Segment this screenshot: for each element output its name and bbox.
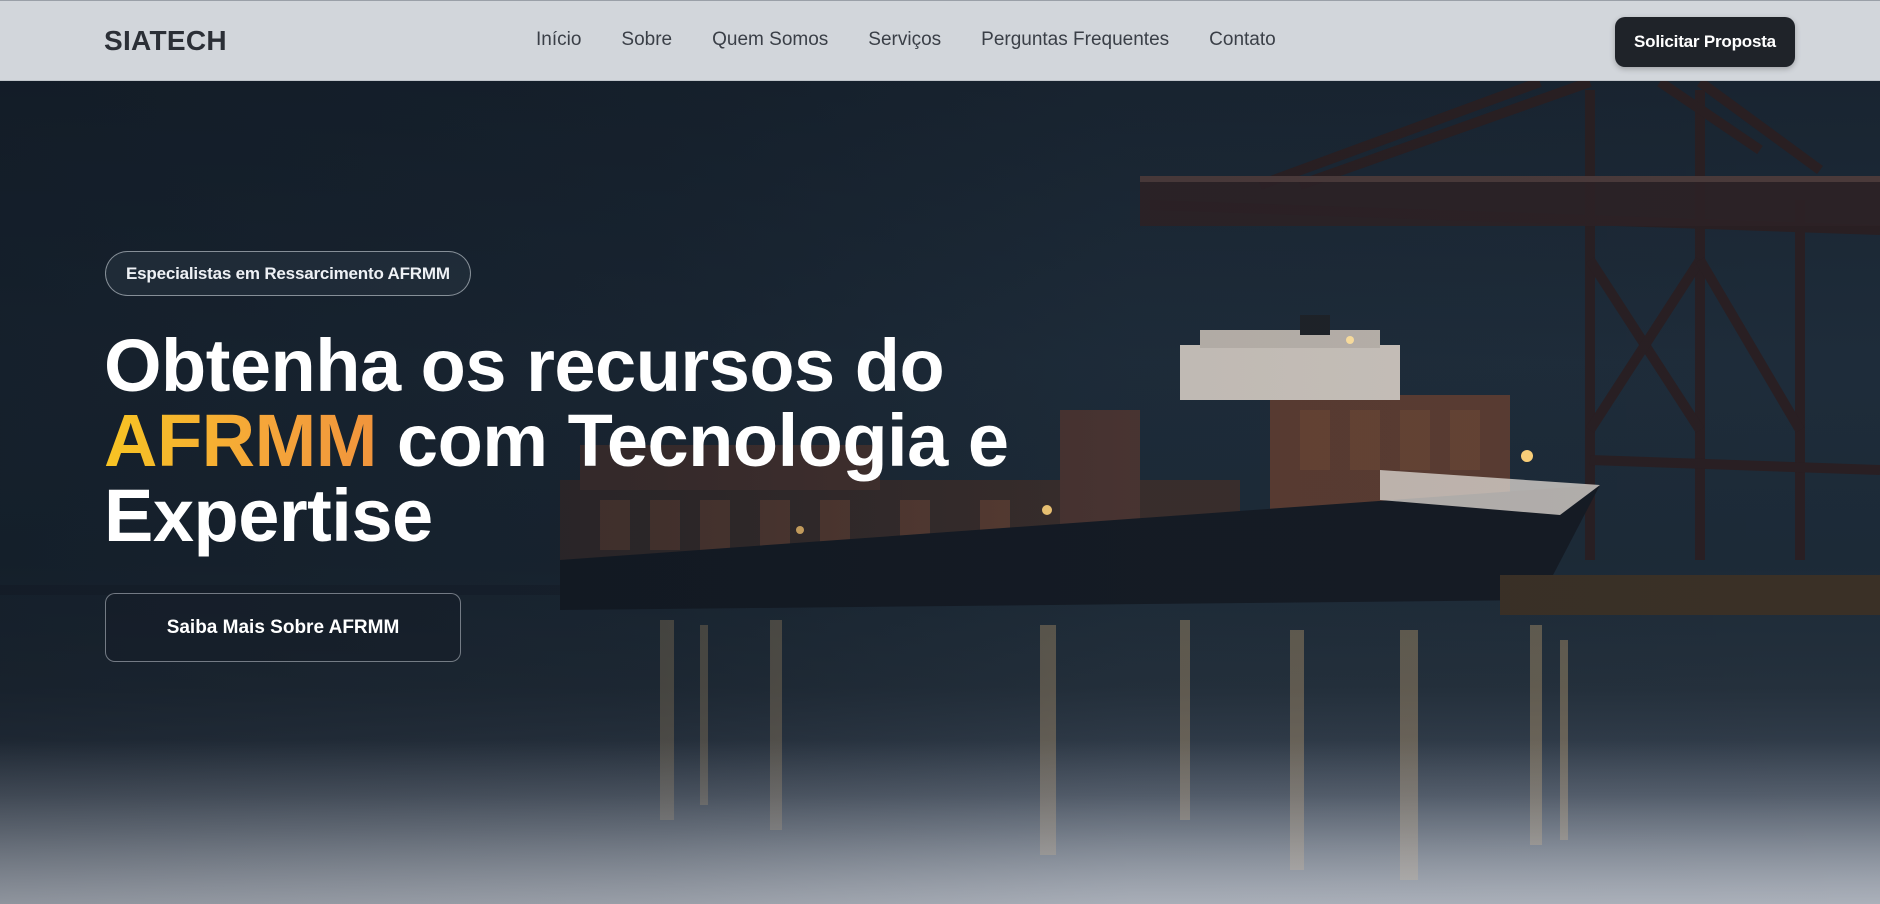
- headline-line-2-rest: com Tecnologia e: [376, 399, 1009, 482]
- nav-link-sobre[interactable]: Sobre: [621, 29, 672, 51]
- hero-section: Especialistas em Ressarcimento AFRMM Obt…: [0, 0, 1880, 904]
- hero-badge: Especialistas em Ressarcimento AFRMM: [105, 251, 471, 296]
- headline-accent: AFRMM: [104, 399, 377, 482]
- top-navbar: SIATECH Início Sobre Quem Somos Serviços…: [0, 0, 1880, 81]
- hero-bottom-fade: [0, 740, 1880, 904]
- learn-more-button[interactable]: Saiba Mais Sobre AFRMM: [105, 593, 461, 662]
- site-logo[interactable]: SIATECH: [104, 25, 227, 57]
- nav-link-servicos[interactable]: Serviços: [868, 29, 941, 51]
- hero-headline: Obtenha os recursos do AFRMM com Tecnolo…: [104, 328, 1064, 553]
- nav-link-inicio[interactable]: Início: [536, 29, 581, 51]
- nav-link-contato[interactable]: Contato: [1209, 29, 1276, 51]
- headline-line-3: Expertise: [104, 474, 433, 557]
- nav-link-perguntas-frequentes[interactable]: Perguntas Frequentes: [981, 29, 1169, 51]
- headline-line-1: Obtenha os recursos do: [104, 324, 945, 407]
- request-proposal-button[interactable]: Solicitar Proposta: [1615, 17, 1795, 67]
- nav-link-quem-somos[interactable]: Quem Somos: [712, 29, 828, 51]
- nav-links: Início Sobre Quem Somos Serviços Pergunt…: [536, 29, 1316, 51]
- headline-line-2: AFRMM com Tecnologia e: [104, 403, 1064, 478]
